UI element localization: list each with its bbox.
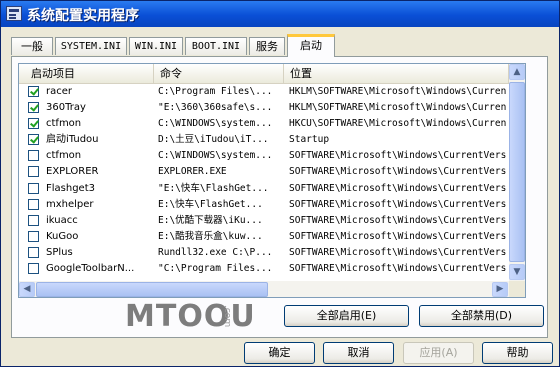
tab-general[interactable]: 一般 (11, 37, 53, 55)
startup-item-command: E:\酷我音乐盒\kuw... (158, 230, 263, 242)
startup-item-command: C:\WINDOWS\system... (158, 118, 273, 130)
ok-button[interactable]: 确定 (244, 342, 315, 364)
startup-item-command: C:\WINDOWS\system... (158, 150, 273, 162)
startup-item-name: SPlus (46, 246, 73, 258)
startup-item-name: 360Tray (46, 102, 86, 114)
column-command[interactable]: 命令 (154, 64, 284, 83)
startup-item-checkbox[interactable] (28, 102, 39, 114)
startup-item-name: ctfmon (46, 118, 82, 130)
startup-item-location: SOFTWARE\Microsoft\Windows\CurrentVersi.… (289, 166, 507, 178)
tab-win-ini[interactable]: WIN.INI (129, 37, 183, 55)
startup-item-location: SOFTWARE\Microsoft\Windows\CurrentVersi.… (289, 246, 507, 258)
scroll-right-icon[interactable]: ▶ (492, 282, 508, 297)
startup-item-checkbox[interactable] (28, 198, 39, 210)
vertical-scroll-thumb[interactable] (509, 82, 525, 262)
startup-row[interactable]: 启动iTudou D:\土豆\iTudou\iT... Startup (19, 132, 509, 148)
msconfig-window: 系统配置实用程序 一般 SYSTEM.INI WIN.INI BOOT.INI … (0, 0, 560, 367)
tab-services[interactable]: 服务 (249, 37, 285, 55)
disable-all-button[interactable]: 全部禁用(D) (419, 305, 544, 327)
startup-list: 启动项目 命令 位置 racer C:\Program Files\... HKLM… (18, 63, 526, 298)
startup-item-location: HKLM\SOFTWARE\Microsoft\Windows\Current.… (289, 102, 507, 114)
startup-row[interactable]: SPlus Rundll32.exe C:\P... SOFTWARE\Micros… (19, 245, 509, 261)
scroll-left-icon[interactable]: ◀ (19, 282, 35, 297)
scroll-corner (509, 281, 525, 297)
startup-item-name: 启动iTudou (46, 134, 99, 146)
startup-item-checkbox[interactable] (28, 214, 39, 226)
app-icon (6, 6, 22, 21)
startup-item-command: E:\优酷下载器\iKu... (158, 214, 263, 226)
startup-item-location: SOFTWARE\Microsoft\Windows\CurrentVersi.… (289, 214, 507, 226)
startup-item-checkbox[interactable] (28, 134, 39, 146)
startup-item-name: KuGoo (46, 230, 79, 242)
watermark-logo: MTOOU (125, 299, 256, 334)
scroll-down-icon[interactable]: ▼ (509, 264, 525, 280)
startup-item-command: "E:\快车\FlashGet... (158, 182, 269, 194)
startup-item-location: HKLM\SOFTWARE\Microsoft\Windows\Current.… (289, 86, 507, 97)
help-button[interactable]: 帮助 (482, 342, 553, 364)
vertical-scrollbar[interactable]: ▲ ▼ (509, 64, 525, 281)
startup-item-checkbox[interactable] (28, 86, 39, 97)
title-bar[interactable]: 系统配置实用程序 (1, 1, 559, 27)
cancel-button[interactable]: 取消 (323, 342, 394, 364)
startup-item-checkbox[interactable] (28, 263, 39, 275)
startup-row[interactable]: GoogleToolbarN... "C:\Program Files... SOF… (19, 261, 509, 277)
horizontal-scrollbar[interactable]: ◀ ▶ (19, 281, 509, 297)
startup-row[interactable]: ctfmon C:\WINDOWS\system... SOFTWARE\Micro… (19, 148, 509, 164)
tab-system-ini[interactable]: SYSTEM.INI (55, 37, 127, 55)
startup-item-location: SOFTWARE\Microsoft\Windows\CurrentVersi.… (289, 198, 507, 210)
startup-item-checkbox[interactable] (28, 150, 39, 162)
startup-item-name: mxhelper (46, 198, 94, 210)
startup-item-checkbox[interactable] (28, 230, 39, 242)
startup-item-name: EXPLORER (46, 166, 99, 178)
column-location[interactable]: 位置 (284, 64, 509, 83)
startup-item-name: Flashget3 (46, 182, 95, 194)
startup-item-checkbox[interactable] (28, 166, 39, 178)
startup-item-command: Rundll32.exe C:\P... (158, 246, 273, 258)
startup-row[interactable]: ctfmon C:\WINDOWS\system... HKCU\SOFTWARE\… (19, 116, 509, 132)
startup-item-command: C:\Program Files\... (158, 86, 273, 97)
watermark-suffix: .com (222, 305, 232, 328)
startup-item-command: "C:\Program Files... (158, 263, 273, 275)
tab-boot-ini[interactable]: BOOT.INI (185, 37, 247, 55)
startup-item-location: HKCU\SOFTWARE\Microsoft\Windows\Current.… (289, 118, 507, 130)
window-title: 系统配置实用程序 (27, 8, 139, 24)
startup-item-command: EXPLORER.EXE (158, 166, 227, 178)
startup-item-command: D:\土豆\iTudou\iT... (158, 134, 269, 146)
startup-row[interactable]: racer C:\Program Files\... HKLM\SOFTWARE\M… (19, 84, 509, 100)
startup-item-location: Startup (289, 134, 330, 146)
startup-item-name: GoogleToolbarN... (46, 263, 135, 275)
startup-item-checkbox[interactable] (28, 182, 39, 194)
startup-item-checkbox[interactable] (28, 118, 39, 130)
startup-item-location: SOFTWARE\Microsoft\Windows\CurrentVersi.… (289, 150, 507, 162)
startup-item-location: SOFTWARE\Microsoft\Windows\CurrentVersi.… (289, 182, 507, 194)
horizontal-scroll-thumb[interactable] (36, 282, 268, 297)
column-startup-item[interactable]: 启动项目 (19, 64, 154, 83)
startup-row[interactable]: KuGoo E:\酷我音乐盒\kuw... SOFTWARE\Microsoft\W… (19, 229, 509, 245)
list-rows: racer C:\Program Files\... HKLM\SOFTWARE\M… (19, 84, 509, 277)
startup-item-checkbox[interactable] (28, 246, 39, 258)
startup-row[interactable]: Flashget3 "E:\快车\FlashGet... SOFTWARE\Micr… (19, 181, 509, 197)
startup-item-command: E:\快车\FlashGet... (158, 198, 263, 210)
startup-item-location: SOFTWARE\Microsoft\Windows\CurrentVersi.… (289, 230, 507, 242)
startup-row[interactable]: mxhelper E:\快车\FlashGet... SOFTWARE\Micros… (19, 197, 509, 213)
startup-row[interactable]: 360Tray "E:\360\360safe\s... HKLM\SOFTWARE… (19, 100, 509, 116)
enable-all-button[interactable]: 全部启用(E) (284, 305, 409, 327)
startup-row[interactable]: EXPLORER EXPLORER.EXE SOFTWARE\Microsoft\W… (19, 164, 509, 180)
startup-item-name: ctfmon (46, 150, 82, 162)
startup-item-name: racer (46, 86, 73, 97)
apply-button[interactable]: 应用(A) (403, 342, 474, 364)
startup-item-name: ikuacc (46, 214, 78, 226)
startup-row[interactable]: ikuacc E:\优酷下载器\iKu... SOFTWARE\Microsoft\… (19, 213, 509, 229)
startup-item-location: SOFTWARE\Microsoft\Windows\CurrentVersi.… (289, 263, 507, 275)
tab-startup[interactable]: 启动 (287, 34, 335, 57)
startup-item-command: "E:\360\360safe\s... (158, 102, 273, 114)
list-header: 启动项目 命令 位置 (19, 64, 509, 84)
scroll-up-icon[interactable]: ▲ (509, 64, 525, 80)
